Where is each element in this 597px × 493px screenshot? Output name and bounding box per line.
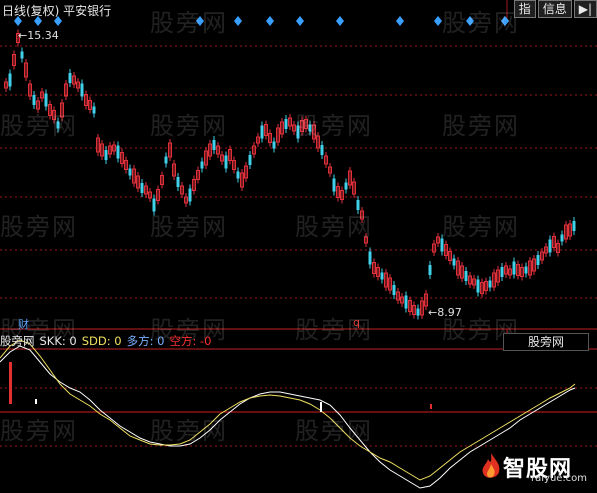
candle-body xyxy=(272,141,276,149)
finance-marker[interactable]: 财 xyxy=(18,316,29,332)
candle-body xyxy=(104,150,108,160)
nav-end-icon[interactable]: ▶| xyxy=(573,0,597,18)
candle-body xyxy=(116,145,120,159)
signal-diamond xyxy=(396,16,404,26)
sdd-value: SDD: 0 xyxy=(81,334,122,348)
candle-body xyxy=(140,183,144,193)
candle-body xyxy=(8,73,12,87)
candle-body xyxy=(476,279,480,293)
toolbar: 指 信息 ▶| xyxy=(512,0,597,18)
candle-body xyxy=(92,106,96,114)
flame-icon xyxy=(482,453,500,478)
candle-body xyxy=(260,125,264,139)
logo-domain: raiyue.com xyxy=(531,473,587,484)
watermark: 股旁网 xyxy=(150,213,228,241)
candle-body xyxy=(548,239,552,253)
signal-bar xyxy=(35,399,37,404)
candle-body xyxy=(368,251,372,265)
watermark: 股旁网 xyxy=(295,112,373,140)
candle-body xyxy=(488,280,492,288)
skk-value: SKK: 0 xyxy=(39,334,77,348)
candle-body xyxy=(380,272,384,280)
candle-body xyxy=(224,155,228,169)
indicator-name[interactable]: 股旁网 xyxy=(0,334,35,348)
signal-diamond xyxy=(296,16,304,26)
watermark: 股旁网 xyxy=(442,112,520,140)
signal-diamond xyxy=(434,16,442,26)
candle-body xyxy=(320,145,324,155)
candle-body xyxy=(572,221,576,231)
watermark: 股旁网 xyxy=(295,417,373,445)
candle-body xyxy=(188,188,192,202)
candle-body xyxy=(20,51,24,59)
candle-body xyxy=(404,295,408,309)
signal-diamond xyxy=(266,16,274,26)
candle-body xyxy=(524,266,528,274)
candle-body xyxy=(536,255,540,265)
watermark: 股旁网 xyxy=(0,213,78,241)
signal-bar xyxy=(9,362,12,404)
indicator-legend: 股旁网 SKK: 0 SDD: 0 多方: 0 空方: -0 xyxy=(0,333,216,349)
candle-body xyxy=(200,161,204,169)
candle-body xyxy=(248,155,252,165)
candle-body xyxy=(68,73,72,83)
event-marker[interactable]: q xyxy=(353,316,360,329)
candle-body xyxy=(128,168,132,176)
low-price-label: ←8.97 xyxy=(428,306,462,319)
candle-body xyxy=(332,178,336,192)
watermark: 股旁网 xyxy=(150,417,228,445)
watermark: 股旁网 xyxy=(442,213,520,241)
chart-title: 日线(复权) 平安银行 xyxy=(2,4,112,18)
watermark: 股旁网 xyxy=(295,213,373,241)
watermark: 股旁网 xyxy=(442,9,520,37)
signal-diamond xyxy=(336,16,344,26)
candle-body xyxy=(560,234,564,242)
candle-body xyxy=(32,95,36,105)
indicator-panel-tag[interactable]: 股旁网 xyxy=(503,333,589,351)
kong-value: 空方: -0 xyxy=(169,334,212,348)
high-price-label: ←15.34 xyxy=(18,29,59,42)
candle-body xyxy=(512,261,516,275)
candle-body xyxy=(464,271,468,281)
duo-value: 多方: 0 xyxy=(126,334,165,348)
info-button[interactable]: 信息 xyxy=(537,0,572,18)
candle-body xyxy=(500,267,504,277)
candle-body xyxy=(236,171,240,179)
watermark: 股旁网 xyxy=(150,112,228,140)
candle-body xyxy=(176,177,180,187)
candle-body xyxy=(428,265,432,275)
candle-body xyxy=(416,308,420,316)
candle-body xyxy=(212,140,216,150)
candle-body xyxy=(452,258,456,266)
signal-diamond xyxy=(234,16,242,26)
candle-body xyxy=(164,156,168,164)
candle-body xyxy=(44,93,48,107)
indicator-button[interactable]: 指 xyxy=(513,0,536,18)
watermark: 股旁网 xyxy=(150,9,228,37)
signal-bar xyxy=(430,404,432,409)
watermark: 股旁网 xyxy=(0,112,78,140)
candle-body xyxy=(80,83,84,97)
candle-body xyxy=(392,285,396,295)
watermark: 股旁网 xyxy=(295,316,373,344)
candle-body xyxy=(344,182,348,190)
site-logo: 智股网 raiyue.com xyxy=(479,445,589,489)
candle-body xyxy=(284,119,288,129)
watermark: 股旁网 xyxy=(0,417,78,445)
